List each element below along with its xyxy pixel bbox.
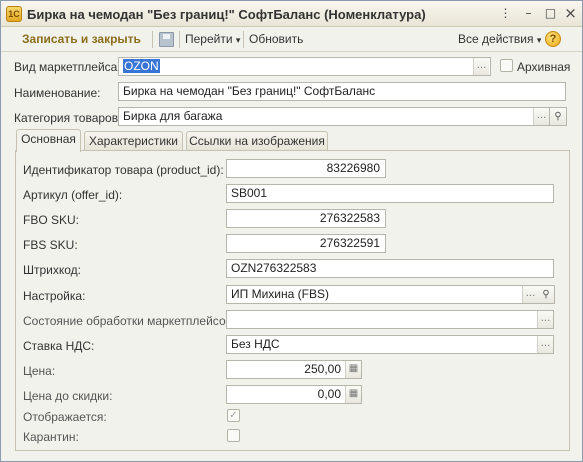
checkmark-icon: ✓	[229, 410, 238, 421]
fbo-sku-input[interactable]: 276322583	[226, 209, 386, 228]
refresh-button[interactable]: Обновить	[249, 32, 303, 46]
tab-main[interactable]: Основная	[16, 129, 81, 152]
setting-select-button[interactable]: ...	[522, 286, 538, 303]
minimize-button[interactable]: –	[520, 6, 537, 21]
category-label: Категория товаров:	[14, 111, 122, 125]
toolbar-separator	[243, 31, 244, 48]
goto-menu-button[interactable]: Перейти ▾	[185, 32, 240, 46]
marketplace-value: OZON	[123, 59, 160, 73]
close-button[interactable]: ×	[562, 6, 579, 21]
maximize-button[interactable]: □	[542, 6, 559, 21]
save-icon[interactable]	[159, 32, 174, 47]
processing-state-field[interactable]	[226, 310, 554, 329]
save-and-close-button[interactable]: Записать и закрыть	[22, 32, 141, 46]
archive-label: Архивная	[517, 60, 571, 74]
name-label: Наименование:	[14, 86, 101, 100]
category-field[interactable]: Бирка для багажа	[118, 107, 550, 126]
tab-image-links[interactable]: Ссылки на изображения	[186, 131, 328, 151]
search-icon[interactable]: ⚲	[538, 285, 555, 304]
marketplace-field[interactable]: OZON	[118, 57, 491, 76]
setting-label: Настройка:	[23, 289, 86, 303]
quarantine-checkbox[interactable]	[227, 429, 240, 442]
help-icon[interactable]: ?	[545, 31, 561, 47]
marketplace-label: Вид маркетплейса:	[14, 60, 121, 74]
toolbar-separator	[179, 31, 180, 48]
price-before-discount-input[interactable]: 0,00	[226, 385, 362, 404]
name-input[interactable]: Бирка на чемодан "Без границ!" СофтБалан…	[118, 82, 566, 101]
fbs-sku-label: FBS SKU:	[23, 238, 78, 252]
goto-label: Перейти	[185, 32, 233, 46]
more-menu-icon[interactable]: ⋮	[497, 6, 514, 21]
window-title: Бирка на чемодан "Без границ!" СофтБалан…	[27, 7, 426, 22]
fbo-sku-label: FBO SKU:	[23, 213, 80, 227]
processing-state-select-button[interactable]: ...	[537, 311, 553, 328]
chevron-down-icon: ▾	[536, 35, 542, 45]
displayed-label: Отображается:	[23, 410, 107, 424]
app-icon: 1С	[6, 6, 22, 22]
vat-field[interactable]: Без НДС	[226, 335, 554, 354]
product-id-input[interactable]: 83226980	[226, 159, 386, 178]
barcode-input[interactable]: OZN276322583	[226, 259, 554, 278]
toolbar: Записать и закрыть Перейти ▾ Обновить Вс…	[1, 27, 582, 52]
toolbar-separator	[152, 31, 153, 48]
all-actions-menu-button[interactable]: Все действия ▾	[458, 32, 541, 46]
fbs-sku-input[interactable]: 276322591	[226, 234, 386, 253]
title-bar: 1С Бирка на чемодан "Без границ!" СофтБа…	[1, 1, 582, 27]
price-input[interactable]: 250,00	[226, 360, 362, 379]
price-label: Цена:	[23, 364, 56, 378]
quarantine-label: Карантин:	[23, 430, 79, 444]
calculator-icon[interactable]: ▦	[345, 361, 361, 378]
vat-label: Ставка НДС:	[23, 339, 95, 353]
product-id-label: Идентификатор товара (product_id):	[23, 163, 224, 177]
archive-checkbox[interactable]	[500, 59, 513, 72]
barcode-label: Штрихкод:	[23, 263, 82, 277]
setting-field[interactable]: ИП Михина (FBS)	[226, 285, 539, 304]
displayed-checkbox[interactable]: ✓	[227, 409, 240, 422]
price-before-discount-label: Цена до скидки:	[23, 389, 113, 403]
all-actions-label: Все действия	[458, 32, 534, 46]
form-window: 1С Бирка на чемодан "Без границ!" СофтБа…	[0, 0, 583, 462]
offer-id-input[interactable]: SB001	[226, 184, 554, 203]
offer-id-label: Артикул (offer_id):	[23, 188, 123, 202]
processing-state-label: Состояние обработки маркетплейсом:	[23, 314, 238, 328]
search-icon[interactable]: ⚲	[550, 107, 567, 126]
chevron-down-icon: ▾	[235, 35, 241, 45]
calculator-icon[interactable]: ▦	[345, 386, 361, 403]
vat-select-button[interactable]: ...	[537, 336, 553, 353]
marketplace-select-button[interactable]: ...	[473, 58, 489, 75]
category-select-button[interactable]: ...	[533, 108, 549, 125]
tab-characteristics[interactable]: Характеристики	[84, 131, 183, 151]
